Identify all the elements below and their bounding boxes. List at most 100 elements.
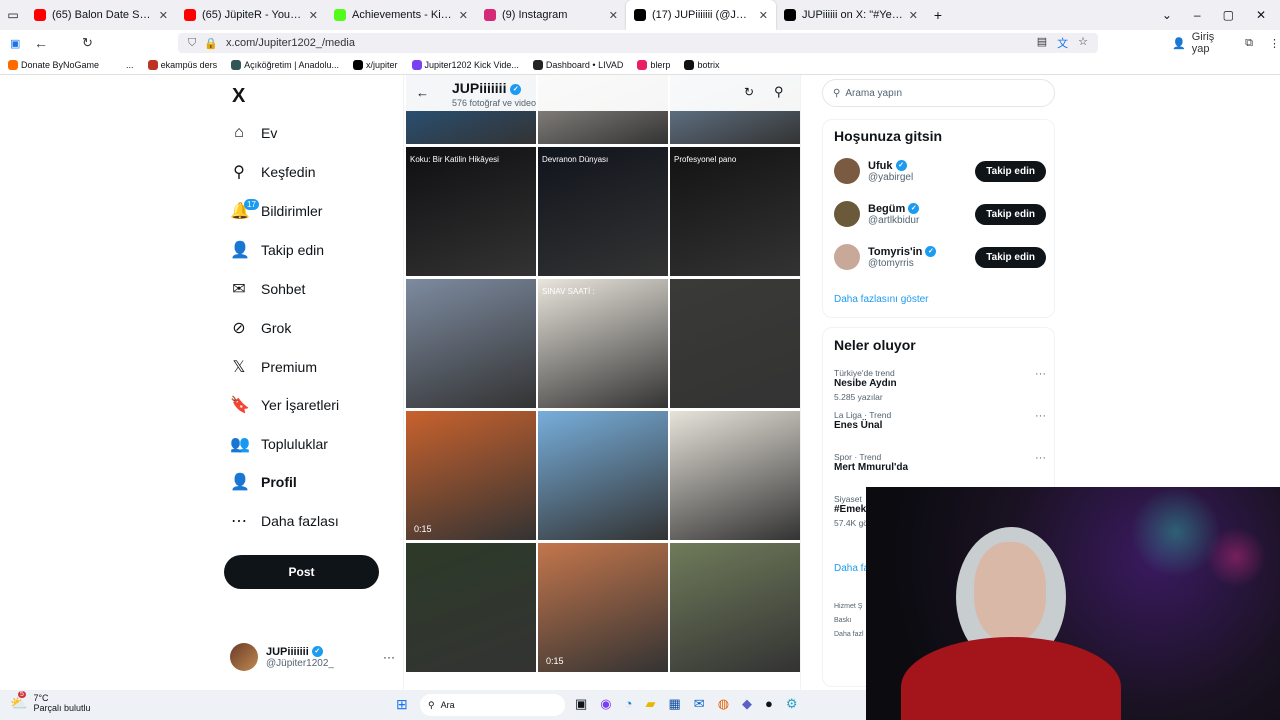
new-tab-button[interactable]: + [926,7,950,23]
show-more-link[interactable]: Daha fazlasını göster [834,294,929,305]
bookmark-item[interactable]: Jupiter1202 Kick Vide... [411,60,519,70]
media-thumbnail[interactable] [538,411,668,540]
task-view-icon[interactable]: ▣ [575,696,587,712]
media-thumbnail[interactable]: Profesyonel pano [670,147,800,276]
nav-item-mail[interactable]: ✉ Sohbet [230,275,305,303]
reader-icon[interactable]: ▤ [1037,35,1047,51]
nav-item-profile[interactable]: 👤 Profil [230,468,297,496]
weather-widget[interactable]: ⛅ 5 7°C Parçalı bulutlu [10,690,90,713]
browser-tab[interactable]: (9) Instagram ✕ [476,0,626,30]
bookmark-item[interactable]: blerp [637,60,670,70]
media-thumbnail[interactable]: 0:15 [406,411,536,540]
copilot-icon[interactable]: ◉ [600,696,611,712]
suggested-account[interactable]: Tomyris'in ✓ @tomyrris Takip edin [834,244,1046,270]
tab-list-icon[interactable]: ⌄ [1162,8,1172,22]
more-icon[interactable]: ··· [1035,368,1046,380]
browser-tab[interactable]: (65) Balon Date Show 29. Bölüm ✕ [26,0,176,30]
trend-item[interactable]: Türkiye'de trend Nesibe Aydın 5.285 yazıla… [834,368,1046,402]
nav-item-bookmark[interactable]: 🔖 Yer İşaretleri [230,391,339,419]
media-thumbnail[interactable] [670,543,800,672]
more-icon[interactable]: ··· [383,650,395,664]
file-explorer-icon[interactable]: ▰ [646,696,656,712]
search-icon[interactable]: ⚲ [774,84,784,100]
more-icon[interactable]: ··· [1035,410,1046,422]
close-tab-icon[interactable]: ✕ [459,9,468,22]
tab-overview-icon[interactable]: ▭ [0,8,26,22]
nav-item-label: Yer İşaretleri [261,397,340,413]
browser-tab[interactable]: (17) JUPiiiiiii (@Jupiter1202_) / X ✕ [626,0,776,30]
follow-button[interactable]: Takip edin [975,246,1046,268]
firefox-icon[interactable]: ◍ [718,696,729,712]
close-tab-icon[interactable]: ✕ [759,9,768,22]
media-thumbnail[interactable] [406,543,536,672]
obs-icon[interactable]: ● [765,696,773,712]
back-arrow-icon[interactable]: ← [416,85,429,100]
media-thumbnail[interactable] [670,279,800,408]
windows-start-icon[interactable]: ⊞ [396,696,408,713]
media-thumbnail[interactable]: SINAV SAATİ : [538,279,668,408]
search-input[interactable]: ⚲ Arama yapın [822,79,1055,107]
media-thumbnail[interactable]: Devranon Dünyası [538,147,668,276]
nav-item-add-user[interactable]: 👤 Takip edin [230,236,324,264]
trend-item[interactable]: La Liga · Trend Enes Ünal ··· [834,410,1046,431]
nav-item-communities[interactable]: 👥 Topluluklar [230,430,328,458]
media-thumbnail[interactable] [406,279,536,408]
media-thumbnail[interactable] [670,411,800,540]
nav-item-grok[interactable]: ⊘ Grok [230,314,291,342]
footer-more-link[interactable]: Daha fazl [834,628,864,642]
more-icon[interactable]: ··· [1035,452,1046,464]
translate-icon[interactable]: 文 [1057,35,1068,51]
browser-tab[interactable]: (65) JüpiteR - YouTube ✕ [176,0,326,30]
outlook-icon[interactable]: ✉ [694,696,705,712]
bookmark-item[interactable]: botrix [684,60,719,70]
refresh-icon[interactable]: ↻ [744,85,754,99]
minimize-button[interactable]: – [1194,8,1201,22]
browser-tab[interactable]: Achievements - Kick Dashboard ✕ [326,0,476,30]
store-icon[interactable]: ▦ [669,696,681,712]
nav-item-home[interactable]: ⌂ Ev [230,119,277,147]
close-tab-icon[interactable]: ✕ [309,9,318,22]
post-button[interactable]: Post [224,555,379,589]
media-thumbnail[interactable]: 0:15 [538,543,668,672]
browser-tab[interactable]: JUPiiiiii on X: "#YeniProfilResmi ✕ [776,0,926,30]
account-switcher[interactable]: JUPiiiiiii ✓ @Jüpiter1202_ ··· [230,643,395,671]
back-button[interactable]: ← [34,35,48,51]
extensions-icon[interactable]: ⧉ [1245,37,1253,50]
star-icon[interactable]: ☆ [1078,35,1088,51]
trend-item[interactable]: Spor · Trend Mert Mmurul'da ··· [834,452,1046,473]
settings-icon[interactable]: ⚙ [786,696,798,712]
address-bar[interactable]: ⛉ 🔒 x.com/Jupiter1202_/media ▤ 文 ☆ [178,33,1098,53]
close-tab-icon[interactable]: ✕ [159,9,168,22]
bookmark-item[interactable]: ekampüs ders [147,60,217,70]
bookmark-item[interactable]: ... [113,60,134,70]
nav-item-bell[interactable]: 🔔 17 Bildirimler [230,197,322,225]
nav-item-more-circle[interactable]: ⋯ Daha fazlası [230,507,339,535]
bookmark-item[interactable]: Donate ByNoGame [8,60,99,70]
trends-show-more-link[interactable]: Daha fa [834,563,869,574]
teams-icon[interactable]: ◆ [742,696,752,712]
follow-button[interactable]: Takip edin [975,160,1046,182]
close-tab-icon[interactable]: ✕ [609,9,618,22]
suggested-account[interactable]: Begüm ✓ @artlkbidur Takip edin [834,201,1046,227]
sidebar-toggle-icon[interactable]: ▣ [10,37,20,50]
media-thumbnail[interactable]: Koku: Bir Katilin Hikâyesi [406,147,536,276]
bookmark-favicon-icon [637,60,648,70]
menu-icon[interactable]: ⋮ [1269,37,1280,50]
taskbar-search[interactable]: ⚲ Ara [420,694,565,716]
nav-item-x-premium[interactable]: 𝕏 Premium [230,353,317,381]
reload-button[interactable]: ↻ [82,35,93,51]
suggested-account[interactable]: Ufuk ✓ @yabirgel Takip edin [834,158,1046,184]
footer-print-link[interactable]: Baskı [834,614,864,628]
bookmark-item[interactable]: Açıköğretim | Anadolu... [231,60,339,70]
follow-button[interactable]: Takip edin [975,203,1046,225]
maximize-button[interactable]: ▢ [1223,8,1234,22]
nav-item-search[interactable]: ⚲ Keşfedin [230,158,315,186]
bookmark-item[interactable]: x/jupiter [352,60,398,70]
bookmark-item[interactable]: Dashboard • LIVAD [532,60,623,70]
close-window-button[interactable]: ✕ [1256,8,1266,22]
x-logo-icon[interactable]: X [232,85,245,108]
signin-button[interactable]: Giriş yap [1192,31,1229,55]
edge-icon[interactable]: ◔ [625,696,633,712]
close-tab-icon[interactable]: ✕ [909,9,918,22]
footer-terms-link[interactable]: Hizmet Ş [834,600,864,614]
